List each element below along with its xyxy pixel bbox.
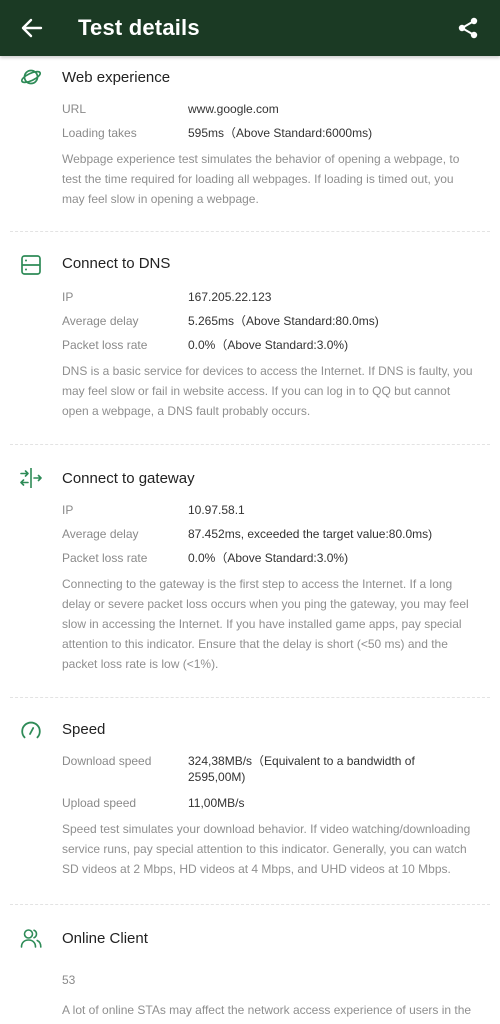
server-icon — [21, 255, 41, 275]
section-header: Connect to gateway — [10, 445, 490, 499]
row-value: 0.0%（Above Standard:3.0%) — [188, 551, 349, 565]
row-value: 87.452ms, exceeded the target value:80.0… — [188, 527, 433, 541]
share-button[interactable] — [450, 10, 486, 46]
row-label: Average delay — [62, 527, 139, 541]
row-label: IP — [62, 503, 74, 517]
row-value: 5.265ms（Above Standard:80.0ms) — [188, 314, 379, 328]
speed-section: Speed Download speed 324,38MB/s（Equivale… — [10, 698, 490, 905]
row-value: 0.0%（Above Standard:3.0%) — [188, 338, 349, 352]
info-row: IP 167.205.22.123 — [62, 289, 490, 305]
info-row: IP 10.97.58.1 — [62, 502, 490, 518]
section-header: Connect to DNS — [10, 232, 490, 286]
section-title: Connect to gateway — [62, 470, 195, 487]
speedometer-icon — [21, 721, 41, 739]
section-description: Webpage experience test simulates the be… — [62, 152, 460, 206]
info-row: Packet loss rate 0.0%（Above Standard:3.0… — [62, 337, 490, 353]
section-title: Connect to DNS — [62, 255, 171, 272]
section-description: Connecting to the gateway is the first s… — [62, 577, 469, 671]
row-value: 10.97.58.1 — [188, 503, 245, 517]
section-title: Online Client — [62, 930, 148, 947]
gateway-icon — [20, 468, 42, 488]
row-value: 595ms（Above Standard:6000ms) — [188, 126, 373, 140]
section-header: Online Client — [10, 905, 490, 961]
share-icon — [458, 17, 478, 39]
row-label: Loading takes — [62, 126, 137, 140]
row-label: Download speed — [62, 754, 152, 768]
info-row: Download speed 324,38MB/s（Equivalent to … — [62, 753, 490, 785]
app-bar: Test details — [0, 0, 500, 56]
row-label: Average delay — [62, 314, 139, 328]
page-title: Test details — [78, 15, 200, 40]
info-row: Loading takes 595ms（Above Standard:6000m… — [62, 125, 490, 141]
info-row: Average delay 5.265ms（Above Standard:80.… — [62, 313, 490, 329]
planet-icon — [20, 69, 42, 85]
info-row: Upload speed 11,00MB/s — [62, 795, 490, 811]
row-label: IP — [62, 290, 74, 304]
info-row: Average delay 87.452ms, exceeded the tar… — [62, 526, 490, 542]
info-row: 53 — [62, 972, 490, 988]
info-row: Packet loss rate 0.0%（Above Standard:3.0… — [62, 550, 490, 566]
users-icon — [20, 929, 42, 948]
row-label: URL — [62, 102, 87, 116]
row-label: Packet loss rate — [62, 338, 148, 352]
section-title: Web experience — [62, 69, 171, 86]
row-value: 11,00MB/s — [188, 796, 245, 810]
section-description: DNS is a basic service for devices to ac… — [62, 364, 473, 418]
gateway-section: Connect to gateway IP 10.97.58.1 Average… — [10, 445, 490, 698]
section-description: Speed test simulates your download behav… — [62, 822, 471, 876]
web-experience-section: Web experience URL www.google.com Loadin… — [10, 56, 490, 232]
details-list[interactable]: Web experience URL www.google.com Loadin… — [0, 56, 500, 1024]
info-row: URL www.google.com — [62, 101, 490, 117]
row-value: www.google.com — [188, 102, 279, 116]
section-description: A lot of online STAs may affect the netw… — [62, 1003, 472, 1017]
arrow-left-icon — [21, 18, 43, 38]
back-button[interactable] — [14, 10, 50, 46]
row-label: Packet loss rate — [62, 551, 148, 565]
row-value: 324,38MB/s（Equivalent to a bandwidth of … — [188, 754, 415, 784]
dns-section: Connect to DNS IP 167.205.22.123 Average… — [10, 232, 490, 445]
section-title: Speed — [62, 721, 106, 738]
online-client-section: Online Client 53 A lot of online STAs ma… — [10, 905, 490, 1024]
row-value: 167.205.22.123 — [188, 290, 272, 304]
row-label: Upload speed — [62, 796, 137, 810]
section-header: Speed — [10, 698, 490, 752]
client-count: 53 — [62, 973, 76, 987]
section-header: Web experience — [10, 56, 490, 98]
